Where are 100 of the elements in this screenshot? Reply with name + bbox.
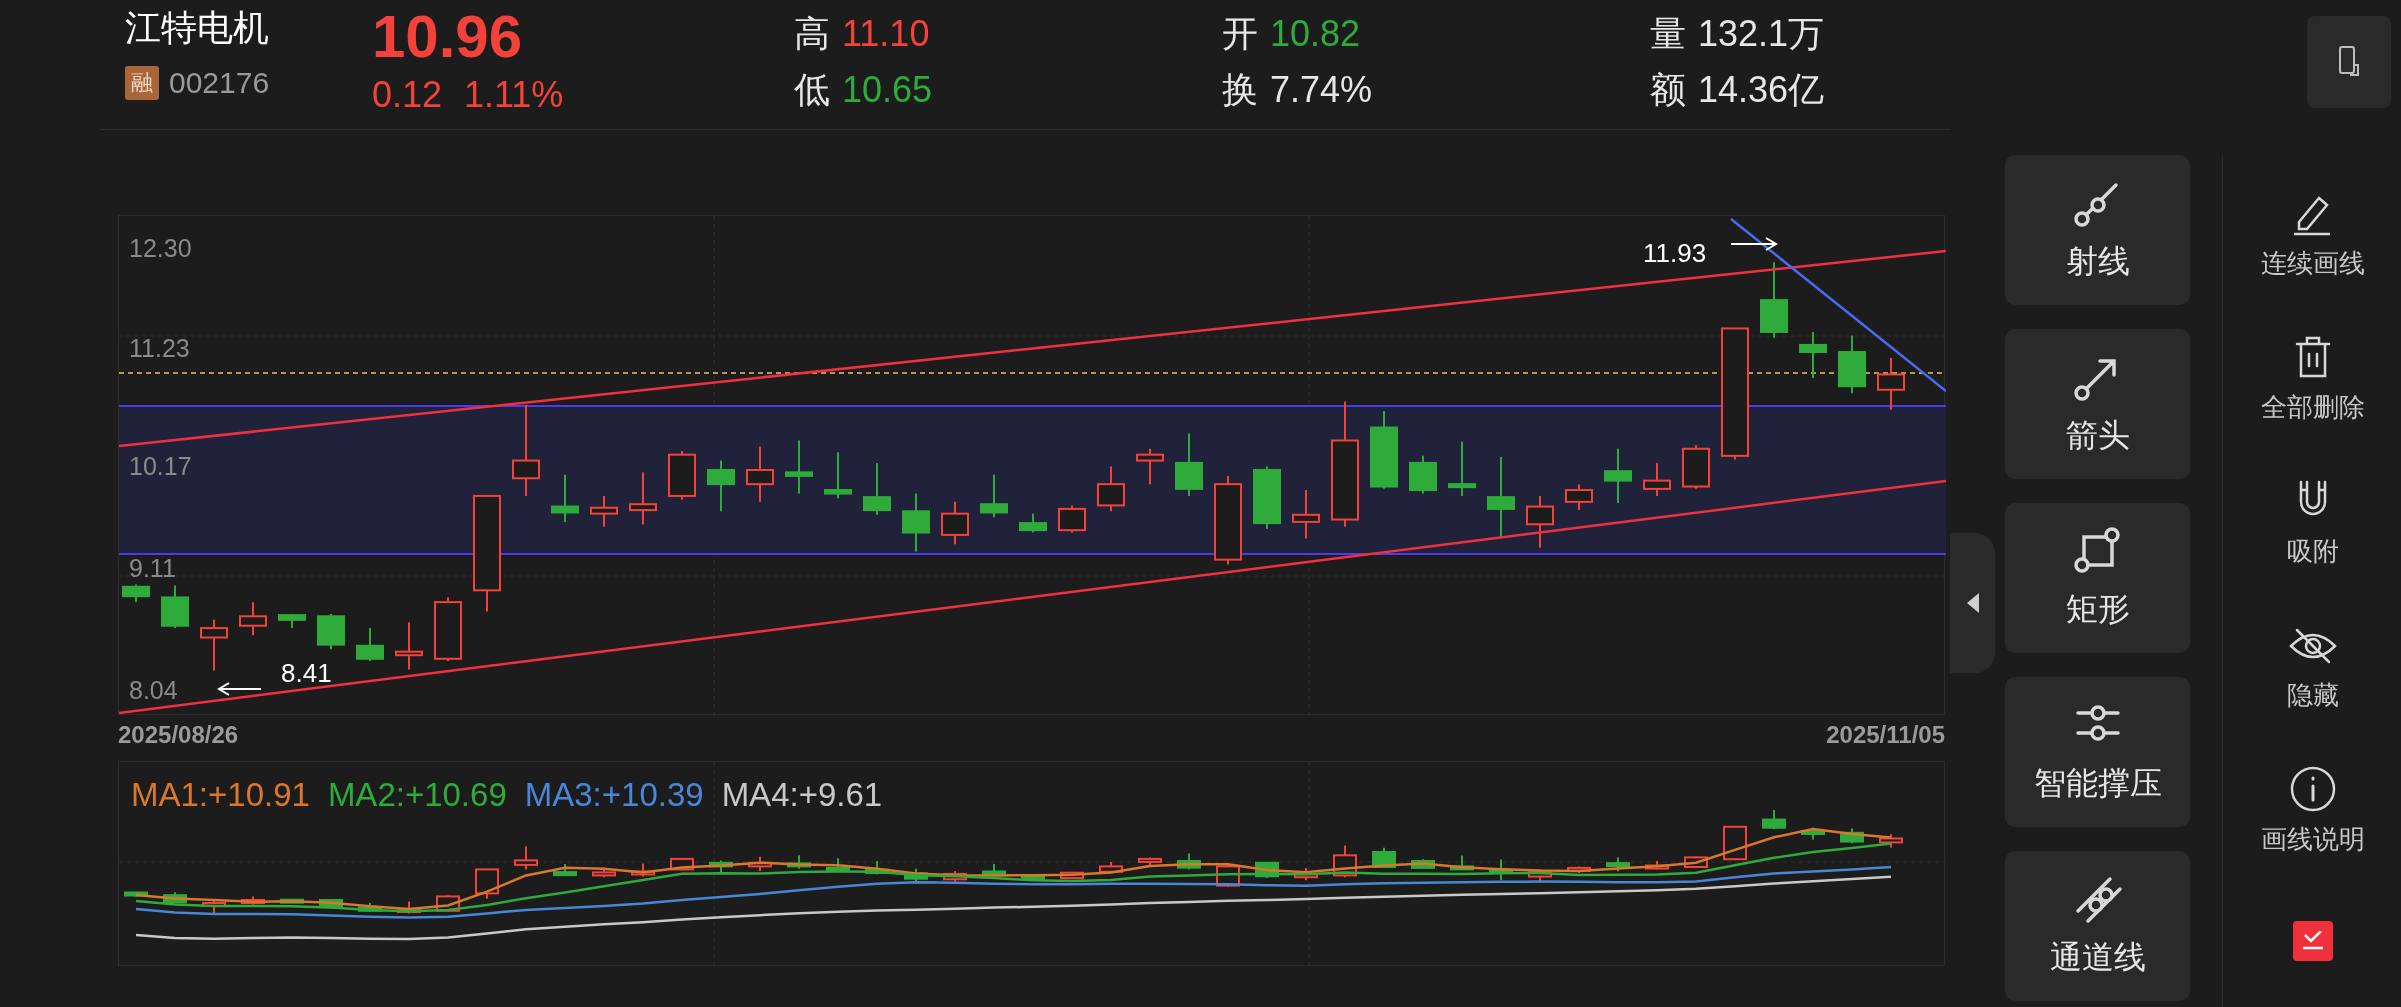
confirm-button[interactable] xyxy=(2293,921,2333,961)
high-arrow-icon xyxy=(1730,237,1778,251)
candlestick xyxy=(941,500,969,546)
stat-value: 10.65 xyxy=(842,68,933,112)
collapse-tab[interactable] xyxy=(1950,533,1995,673)
candlestick xyxy=(1604,447,1632,505)
drawing-tool-button[interactable]: 射线 xyxy=(2005,155,2190,305)
side-action-button[interactable]: 全部删除 xyxy=(2223,317,2401,439)
candlestick xyxy=(785,439,813,495)
candlestick xyxy=(1138,856,1162,868)
candlestick xyxy=(1177,852,1201,871)
candlestick xyxy=(161,584,189,630)
candlestick xyxy=(1448,440,1476,497)
check-tray-icon xyxy=(2301,931,2325,951)
candlestick xyxy=(475,868,499,900)
candlestick xyxy=(824,451,852,500)
candlestick xyxy=(395,621,423,671)
price-tick: 10.17 xyxy=(129,451,192,482)
candlestick xyxy=(1019,512,1047,534)
side-action-button[interactable]: 吸附 xyxy=(2223,461,2401,583)
stat-label: 低 xyxy=(794,68,830,112)
candlestick xyxy=(826,857,850,872)
candlestick xyxy=(1489,858,1513,881)
low-price-label: 8.41 xyxy=(281,657,332,690)
low-arrow-icon xyxy=(217,682,262,696)
candlestick xyxy=(1060,870,1084,880)
candlestick xyxy=(1838,334,1866,395)
tool-label: 箭头 xyxy=(2065,416,2130,455)
candlestick xyxy=(1058,504,1086,534)
candlestick xyxy=(239,601,267,637)
candlestick xyxy=(1450,854,1474,871)
phone-button[interactable] xyxy=(2307,16,2391,108)
candlestick xyxy=(163,891,187,904)
candlestick xyxy=(319,898,343,910)
stat-value: 10.82 xyxy=(1270,12,1361,56)
stat-value: 14.36亿 xyxy=(1698,68,1825,112)
candlestick xyxy=(982,863,1006,876)
candlestick xyxy=(943,869,967,883)
candlestick xyxy=(1097,465,1125,513)
candlestick xyxy=(397,900,421,915)
stock-name: 江特电机 xyxy=(125,6,270,50)
candlestick xyxy=(1682,444,1710,490)
end-date: 2025/11/05 xyxy=(1826,720,1945,750)
price-tick: 12.30 xyxy=(129,233,192,264)
margin-tag: 融 xyxy=(125,65,159,100)
candlestick xyxy=(748,855,772,872)
candlestick xyxy=(551,473,579,523)
side-action-button[interactable]: 连续画线 xyxy=(2223,173,2401,295)
candlestick xyxy=(1333,844,1357,879)
stat-label: 开 xyxy=(1222,12,1258,56)
drawing-tool-button[interactable]: 箭头 xyxy=(2005,329,2190,479)
tool-label: 通道线 xyxy=(2049,938,2146,977)
moving-average-label: MA4:+9.61 xyxy=(721,775,883,815)
candlestick xyxy=(902,492,930,553)
candlestick xyxy=(629,471,657,526)
moving-average-label: MA3:+10.39 xyxy=(524,775,704,815)
candlestick xyxy=(1606,856,1630,873)
candlestick xyxy=(124,890,148,898)
candlestick xyxy=(200,618,228,672)
stat-value: 11.10 xyxy=(842,12,930,56)
candlestick xyxy=(1409,454,1437,495)
drawing-tool-button[interactable]: 智能撑压 xyxy=(2005,677,2190,827)
drawing-tool-button[interactable]: 通道线 xyxy=(2005,851,2190,1001)
candlestick xyxy=(1567,865,1591,874)
candlestick xyxy=(1253,465,1281,530)
candlestick xyxy=(1643,461,1671,497)
candlestick xyxy=(787,854,811,870)
candlestick xyxy=(280,898,304,904)
stat-value: 132.1万 xyxy=(1698,12,1825,56)
candlestick xyxy=(1136,447,1164,486)
stat-label: 额 xyxy=(1650,68,1686,112)
candlestick xyxy=(1645,860,1669,871)
candlestick xyxy=(670,857,694,872)
candlestick xyxy=(202,899,226,915)
candlestick xyxy=(709,859,733,875)
candlestick xyxy=(514,845,538,871)
candlestick xyxy=(746,445,774,503)
stock-code: 002176 xyxy=(169,65,270,101)
side-action-button[interactable]: 隐藏 xyxy=(2223,605,2401,727)
candlestick xyxy=(317,612,345,651)
action-label: 隐藏 xyxy=(2287,678,2339,712)
candlestick xyxy=(358,902,382,913)
candlestick xyxy=(1723,825,1747,862)
price-change: 0.12 xyxy=(371,73,442,117)
side-action-button[interactable]: 画线说明 xyxy=(2223,749,2401,871)
candlestick xyxy=(278,612,306,630)
candlestick xyxy=(592,868,616,879)
action-label: 连续画线 xyxy=(2261,246,2365,280)
candlestick xyxy=(1799,330,1827,379)
candlestick xyxy=(1762,809,1786,831)
current-price: 10.96 xyxy=(371,6,524,68)
price-tick: 9.11 xyxy=(129,553,176,584)
action-label: 吸附 xyxy=(2287,534,2339,568)
candlestick xyxy=(434,596,462,663)
stat-label: 量 xyxy=(1650,12,1686,56)
tool-label: 矩形 xyxy=(2065,590,2130,629)
candlestick xyxy=(553,863,577,877)
drawing-tool-button[interactable]: 矩形 xyxy=(2005,503,2190,653)
candlestick xyxy=(590,494,618,528)
tool-label: 射线 xyxy=(2065,242,2130,281)
